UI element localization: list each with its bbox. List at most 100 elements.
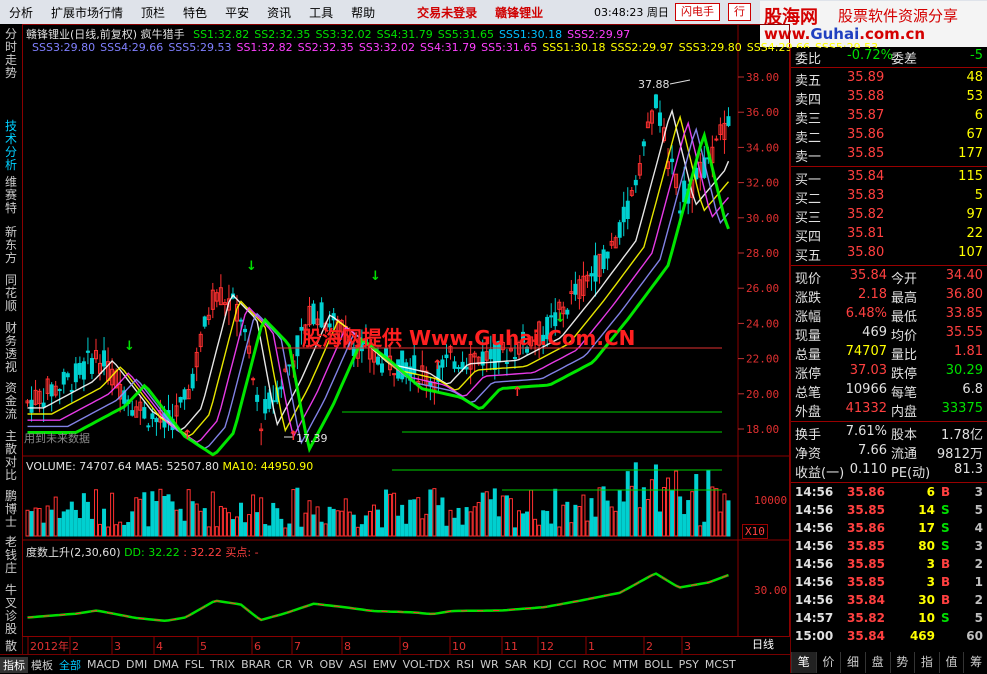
indicator-tab-mtm[interactable]: MTM (610, 658, 642, 671)
candle-body (617, 222, 622, 238)
quote-tab[interactable]: 笔 (791, 652, 816, 673)
menu-item-features[interactable]: 特色 (174, 4, 216, 21)
indicator-tab-mcst[interactable]: MCST (702, 658, 739, 671)
sidebar-tab-compare[interactable]: 主散对比 (2, 430, 20, 482)
indicator-tab-boll[interactable]: BOLL (641, 658, 675, 671)
volume-bar (641, 487, 646, 537)
quote-tab[interactable]: 盘 (864, 652, 890, 673)
indicator-tab-vol-tdx[interactable]: VOL-TDX (400, 658, 454, 671)
indicator-tab-sar[interactable]: SAR (502, 658, 530, 671)
menu-item-tools[interactable]: 工具 (300, 4, 342, 21)
indicator-tab-模板[interactable]: 模板 (28, 657, 56, 673)
volume-bar (194, 503, 199, 537)
sidebar-tab-technical[interactable]: 技术分析 (2, 120, 20, 172)
sidebar-tab-misc[interactable]: 散 (2, 640, 20, 653)
period-label[interactable]: 日线 (752, 636, 774, 652)
sidebar-tab-finance[interactable]: 财务透视 (2, 322, 20, 374)
quote-tab[interactable]: 细 (840, 652, 865, 673)
volume-bar (202, 508, 207, 537)
dd-header: 度数上升(2,30,60) DD: 32.22 : 32.22 买点: - (26, 546, 259, 559)
candle-body (239, 319, 244, 322)
volume-bar (722, 493, 727, 537)
quote-cell: 35.83 (847, 188, 885, 203)
candle-body (504, 361, 509, 364)
sidebar-tab-tonghuashun[interactable]: 同花顺 (2, 274, 20, 313)
indicator-tab-roc[interactable]: ROC (580, 658, 610, 671)
indicator-tab-emv[interactable]: EMV (370, 658, 400, 671)
indicator-tab-指标[interactable]: 指标 (0, 656, 28, 673)
volume-bar (93, 489, 98, 537)
flash-trade-button[interactable]: 闪电手 (675, 3, 720, 21)
menu-item-pingan[interactable]: 平安 (216, 4, 258, 21)
volume-bar (529, 489, 534, 537)
price-tick-label: 36.00 (746, 106, 779, 119)
volume-bar (621, 501, 626, 537)
tick-volume: 17 (918, 521, 935, 535)
sidebar-tab-capital-flow[interactable]: 资金流 (2, 382, 20, 421)
quote-tab[interactable]: 价 (815, 652, 841, 673)
volume-bar (118, 521, 123, 537)
indicator-tab-macd[interactable]: MACD (84, 658, 123, 671)
stat-row: 涨停 37.03 跌停 30.29 (791, 363, 987, 382)
sidebar-tab-diagnose[interactable]: 牛叉诊股 (2, 584, 20, 636)
indicator-tab-全部[interactable]: 全部 (56, 657, 84, 673)
ss-value: SS4:31.79 (419, 41, 477, 54)
tick-count: 2 (974, 593, 983, 607)
indicator-tab-psy[interactable]: PSY (676, 658, 702, 671)
ss-value: SSS3:29.80 (678, 41, 742, 54)
volume-bar (472, 506, 477, 537)
tick-side: B (941, 593, 951, 607)
indicator-tab-obv[interactable]: OBV (317, 658, 346, 671)
indicator-tab-asi[interactable]: ASI (346, 658, 370, 671)
tick-time: 14:56 (795, 539, 834, 553)
quote-tab[interactable]: 指 (914, 652, 939, 673)
volume-bar (657, 511, 662, 537)
indicator-tab-cr[interactable]: CR (274, 658, 295, 671)
menu-item-news[interactable]: 资讯 (258, 4, 300, 21)
indicator-tab-dma[interactable]: DMA (150, 658, 182, 671)
quote-cell: -5 (970, 48, 983, 63)
quote-tab[interactable]: 值 (938, 652, 964, 673)
indicator-tab-wr[interactable]: WR (477, 658, 502, 671)
indicator-tab-trix[interactable]: TRIX (207, 658, 238, 671)
volume-bar (496, 516, 501, 537)
indicator-tab-cci[interactable]: CCI (555, 658, 580, 671)
indicator-tab-dmi[interactable]: DMI (123, 658, 150, 671)
sidebar-tab-weisaite[interactable]: 维赛特 (2, 176, 20, 215)
indicator-tab-brar[interactable]: BRAR (238, 658, 274, 671)
menu-item-analysis[interactable]: 分析 (0, 4, 42, 21)
quote-tab[interactable]: 筹 (963, 652, 987, 673)
sidebar-tab-xindongfang[interactable]: 新东方 (2, 226, 20, 265)
menu-item-help[interactable]: 帮助 (342, 4, 384, 21)
menu-item-topbar[interactable]: 顶栏 (132, 4, 174, 21)
indicator-tab-kdj[interactable]: KDJ (530, 658, 555, 671)
indicator-tab-vr[interactable]: VR (295, 658, 316, 671)
divider (791, 265, 987, 266)
finance-row: 净资 7.66 流通 9812万 (791, 443, 987, 462)
ss-values-line1: SS1:32.82 SS2:32.35 SS3:32.02 SS4:31.79 SS5:… (188, 28, 630, 41)
sidebar-tab-laoqianzhuang[interactable]: 老钱庄 (2, 536, 20, 575)
volume-bar (98, 523, 103, 537)
menu-item-extended-market[interactable]: 扩展市场行情 (42, 4, 132, 21)
sidebar-tab-intraday[interactable]: 分时走势 (2, 28, 20, 80)
stat-row: 涨跌 2.18 最高 36.80 (791, 287, 987, 306)
volume-bar (138, 498, 143, 537)
volume-bar (512, 527, 517, 537)
row-button[interactable]: 行 (728, 3, 751, 21)
tick-row: 14:56 35.86 17 S 4 (791, 521, 987, 539)
tick-price: 35.86 (847, 521, 885, 535)
volume-bar (126, 522, 131, 537)
candle-body (150, 413, 155, 419)
quote-cell: 33.85 (945, 306, 983, 321)
candle-body (601, 249, 606, 270)
price-tick-label: 24.00 (746, 317, 779, 330)
volume-bar (533, 518, 538, 537)
kline-chart-panel[interactable]: 38.00 36.00 34.00 32.00 30.00 28.00 26.00 24.00… (22, 24, 878, 654)
indicator-tab-rsi[interactable]: RSI (453, 658, 477, 671)
sidebar-tab-pengboshi[interactable]: 鹏博士 (2, 490, 20, 529)
quote-tab[interactable]: 势 (889, 652, 915, 673)
login-status[interactable]: 交易未登录 (408, 4, 486, 21)
indicator-tab-fsl[interactable]: FSL (182, 658, 207, 671)
quote-cell: 35.86 (847, 127, 885, 142)
volume-bar (29, 511, 34, 537)
